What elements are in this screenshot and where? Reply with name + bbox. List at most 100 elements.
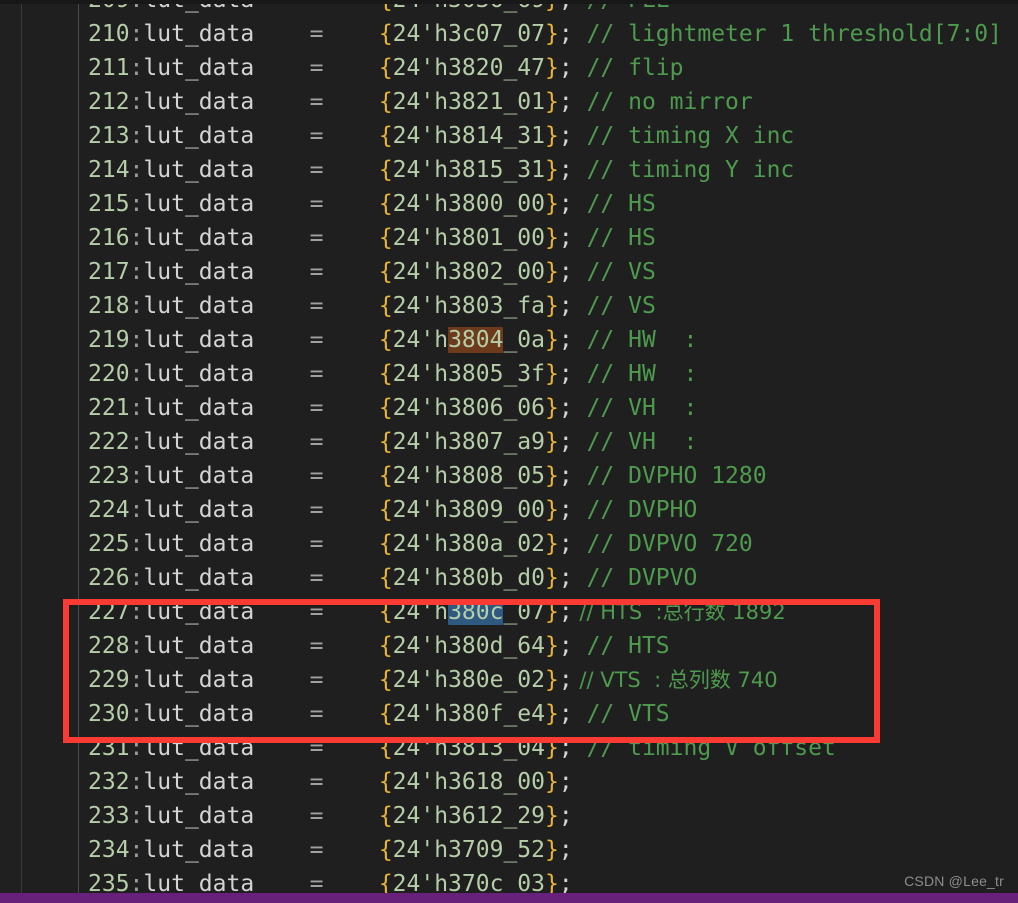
line-comment: // VTS : 总列数 740 <box>572 668 778 692</box>
close-brace: } <box>545 259 559 285</box>
statement-semicolon: ; <box>558 667 573 693</box>
code-line[interactable]: 233:lut_data = {24'h3612_29}; <box>79 799 1018 833</box>
line-comment: // timing V offset <box>572 735 836 761</box>
line-number-colon: : <box>129 497 144 523</box>
line-number: 232 <box>88 769 130 795</box>
code-line[interactable]: 229:lut_data = {24'h380e_02}; // VTS : 总… <box>79 663 1018 697</box>
code-line[interactable]: 223:lut_data = {24'h3808_05}; // DVPHO 1… <box>79 459 1018 493</box>
code-line[interactable]: 209:lut_data = {24'h3036_69}; // PLL <box>79 4 1018 17</box>
status-bar[interactable] <box>0 893 1018 903</box>
identifier-lut-data: lut_data <box>143 803 255 829</box>
close-brace: } <box>545 667 559 693</box>
line-comment: // VH : <box>572 429 698 455</box>
line-number: 233 <box>88 803 130 829</box>
hex-literal: 24'h3814_31 <box>392 123 545 149</box>
identifier-lut-data: lut_data <box>143 633 255 659</box>
code-line[interactable]: 224:lut_data = {24'h3809_00}; // DVPHO <box>79 493 1018 527</box>
code-line[interactable]: 215:lut_data = {24'h3800_00}; // HS <box>79 187 1018 221</box>
selected-text[interactable]: 380c <box>448 599 504 625</box>
code-line[interactable]: 226:lut_data = {24'h380b_d0}; // DVPVO <box>79 561 1018 595</box>
close-brace: } <box>545 463 559 489</box>
code-line[interactable]: 211:lut_data = {24'h3820_47}; // flip <box>79 51 1018 85</box>
line-number-colon: : <box>129 667 144 693</box>
code-line[interactable]: 228:lut_data = {24'h380d_64}; // HTS <box>79 629 1018 663</box>
statement-semicolon: ; <box>558 361 573 387</box>
code-line[interactable]: 220:lut_data = {24'h3805_3f}; // HW : <box>79 357 1018 391</box>
line-comment: // HS <box>572 191 656 217</box>
assignment-operator: = <box>254 735 379 761</box>
line-number: 214 <box>88 157 130 183</box>
assignment-operator: = <box>254 259 379 285</box>
line-number: 231 <box>88 735 130 761</box>
statement-semicolon: ; <box>558 599 573 625</box>
highlighted-word[interactable]: 3804 <box>448 327 504 353</box>
code-line[interactable]: 221:lut_data = {24'h3806_06}; // VH : <box>79 391 1018 425</box>
statement-semicolon: ; <box>558 21 573 47</box>
line-number-colon: : <box>129 361 144 387</box>
code-line[interactable]: 216:lut_data = {24'h3801_00}; // HS <box>79 221 1018 255</box>
code-line[interactable]: 217:lut_data = {24'h3802_00}; // VS <box>79 255 1018 289</box>
statement-semicolon: ; <box>558 497 573 523</box>
open-brace: { <box>378 157 393 183</box>
assignment-operator: = <box>254 871 379 893</box>
statement-semicolon: ; <box>558 531 573 557</box>
code-line[interactable]: 214:lut_data = {24'h3815_31}; // timing … <box>79 153 1018 187</box>
identifier-lut-data: lut_data <box>143 429 255 455</box>
code-line[interactable]: 225:lut_data = {24'h380a_02}; // DVPVO 7… <box>79 527 1018 561</box>
line-number: 228 <box>88 633 130 659</box>
line-number: 221 <box>88 395 130 421</box>
code-line[interactable]: 234:lut_data = {24'h3709_52}; <box>79 833 1018 867</box>
identifier-lut-data: lut_data <box>143 225 255 251</box>
statement-semicolon: ; <box>558 157 573 183</box>
open-brace: { <box>378 599 393 625</box>
code-line[interactable]: 231:lut_data = {24'h3813_04}; // timing … <box>79 731 1018 765</box>
line-number-colon: : <box>129 55 144 81</box>
code-line[interactable]: 230:lut_data = {24'h380f_e4}; // VTS <box>79 697 1018 731</box>
code-line[interactable]: 210:lut_data = {24'h3c07_07}; // lightme… <box>79 17 1018 51</box>
line-number-colon: : <box>129 837 144 863</box>
line-number-colon: : <box>129 531 144 557</box>
overview-strip[interactable] <box>0 4 21 899</box>
code-surface[interactable]: 209:lut_data = {24'h3036_69}; // PLL210:… <box>79 4 1018 893</box>
hex-literal: 24'h3821_01 <box>392 89 545 115</box>
assignment-operator: = <box>254 497 379 523</box>
identifier-lut-data: lut_data <box>143 735 255 761</box>
line-number: 212 <box>88 89 130 115</box>
line-number: 220 <box>88 361 130 387</box>
identifier-lut-data: lut_data <box>143 191 255 217</box>
close-brace: } <box>545 157 559 183</box>
identifier-lut-data: lut_data <box>143 4 254 13</box>
code-line[interactable]: 232:lut_data = {24'h3618_00}; <box>79 765 1018 799</box>
assignment-operator: = <box>254 395 379 421</box>
close-brace: } <box>545 735 559 761</box>
hex-literal: 24'h3805_3f <box>392 361 545 387</box>
line-number-colon: : <box>129 429 144 455</box>
statement-semicolon: ; <box>558 633 573 659</box>
open-brace: { <box>378 735 393 761</box>
line-number-colon: : <box>129 599 144 625</box>
close-brace: } <box>545 633 559 659</box>
code-line[interactable]: 218:lut_data = {24'h3803_fa}; // VS <box>79 289 1018 323</box>
assignment-operator: = <box>254 123 379 149</box>
line-comment: // timing Y inc <box>572 157 795 183</box>
close-brace: } <box>545 327 559 353</box>
hex-literal: 24'h3618_00 <box>392 769 545 795</box>
close-brace: } <box>545 599 559 625</box>
line-number: 235 <box>88 871 130 893</box>
editor-gutter[interactable] <box>22 4 78 899</box>
code-line[interactable]: 219:lut_data = {24'h3804_0a}; // HW : <box>79 323 1018 357</box>
open-brace: { <box>378 327 393 353</box>
code-line[interactable]: 235:lut_data = {24'h370c_03}; <box>79 867 1018 893</box>
assignment-operator: = <box>254 361 379 387</box>
hex-literal: 24'h380d_64 <box>392 633 545 659</box>
csdn-watermark: CSDN @Lee_tr <box>904 873 1004 889</box>
hex-literal: 24'h3802_00 <box>392 259 545 285</box>
line-comment: // DVPVO 720 <box>572 531 753 557</box>
code-line[interactable]: 212:lut_data = {24'h3821_01}; // no mirr… <box>79 85 1018 119</box>
code-line[interactable]: 213:lut_data = {24'h3814_31}; // timing … <box>79 119 1018 153</box>
identifier-lut-data: lut_data <box>143 463 255 489</box>
code-line[interactable]: 222:lut_data = {24'h3807_a9}; // VH : <box>79 425 1018 459</box>
code-line[interactable]: 227:lut_data = {24'h380c_07}; // HTS :总行… <box>79 595 1018 629</box>
code-line-list: 209:lut_data = {24'h3036_69}; // PLL210:… <box>79 4 1018 893</box>
line-comment: // VH : <box>572 395 698 421</box>
